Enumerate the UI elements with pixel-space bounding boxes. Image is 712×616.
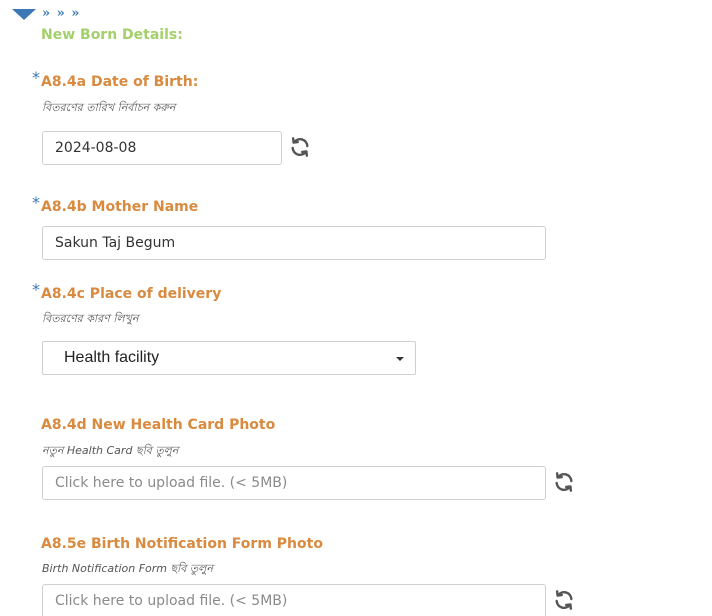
- collapse-toggle-icon[interactable]: [12, 9, 36, 20]
- birth-notification-photo-label: A8.5e Birth Notification Form Photo: [41, 536, 323, 552]
- place-of-delivery-hint: বিতরণের কারণ লিখুন: [42, 312, 139, 325]
- mother-name-label: A8.4b Mother Name: [41, 199, 199, 215]
- required-marker: *: [32, 193, 40, 212]
- health-card-photo-upload[interactable]: [42, 466, 546, 500]
- required-marker: *: [32, 68, 40, 87]
- birth-notification-photo-upload[interactable]: [42, 584, 546, 616]
- dropdown-arrow-icon: [396, 357, 404, 361]
- birth-notification-refresh-icon[interactable]: [553, 589, 575, 611]
- dob-hint: বিতরণের তারিখ নির্বাচন করুন: [42, 101, 176, 114]
- new-born-details-form: » » » New Born Details: * A8.4a Date of …: [0, 0, 712, 616]
- breadcrumb: » » »: [42, 6, 81, 21]
- mother-name-input[interactable]: [42, 226, 546, 260]
- section-title: New Born Details:: [41, 27, 183, 43]
- health-card-photo-label: A8.4d New Health Card Photo: [41, 417, 276, 433]
- health-card-refresh-icon[interactable]: [553, 471, 575, 493]
- place-of-delivery-selected: Health facility: [64, 349, 160, 366]
- birth-notification-photo-hint: Birth Notification Form ছবি তুলুন: [42, 562, 213, 575]
- place-of-delivery-label: A8.4c Place of delivery: [41, 286, 222, 302]
- dob-label: A8.4a Date of Birth:: [41, 74, 199, 90]
- dob-input[interactable]: [42, 131, 282, 165]
- place-of-delivery-select[interactable]: Health facility: [42, 341, 416, 375]
- required-marker: *: [32, 280, 40, 299]
- dob-refresh-icon[interactable]: [289, 136, 311, 158]
- health-card-photo-hint: নতুন Health Card ছবি তুলুন: [42, 444, 179, 457]
